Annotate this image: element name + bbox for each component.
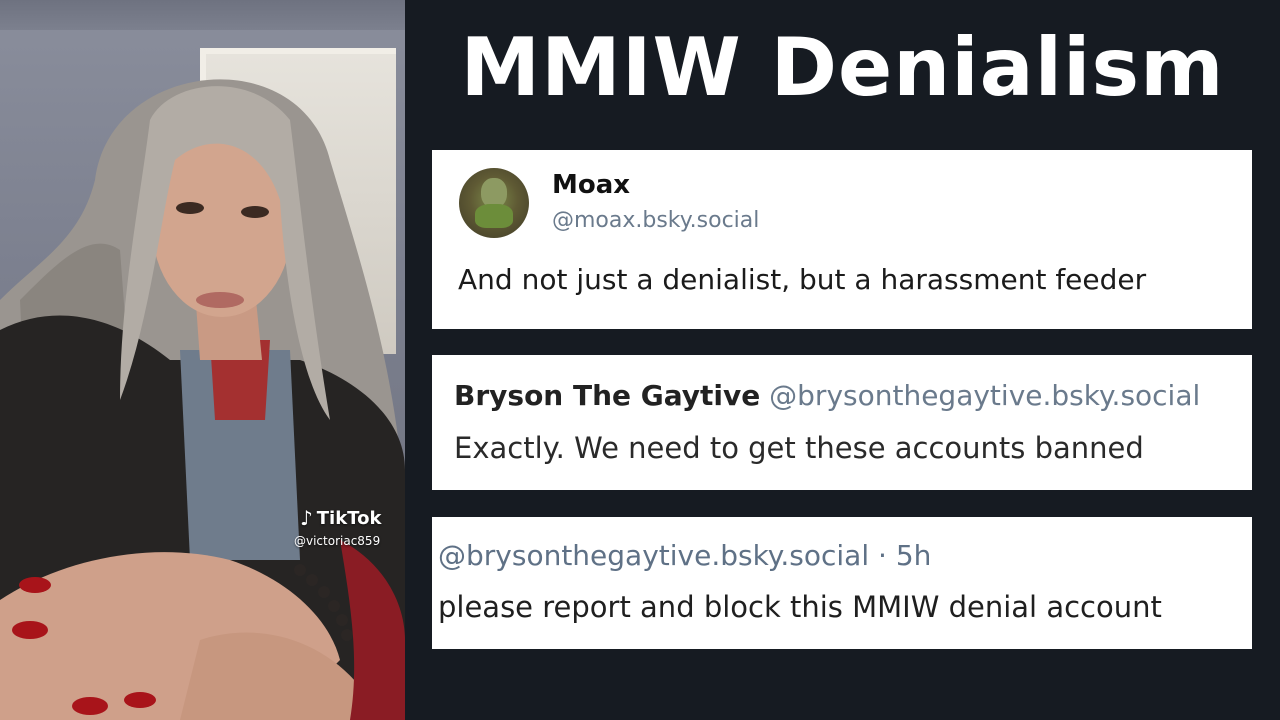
post-text: please report and block this MMIW denial… (438, 590, 1162, 624)
post-text: And not just a denialist, but a harassme… (458, 263, 1147, 296)
post-author-handle[interactable]: @moax.bsky.social (552, 208, 759, 233)
tiktok-brand: ♪ TikTok (300, 506, 381, 530)
video-frame: ♪ TikTok @victoriac859 (0, 0, 405, 720)
post-author-handle[interactable]: @brysonthegaytive.bsky.social (769, 379, 1200, 412)
post-header: Bryson The Gaytive @brysonthegaytive.bsk… (454, 379, 1200, 412)
tiktok-brand-label: TikTok (316, 507, 382, 529)
avatar-body (475, 204, 513, 228)
post-author-name[interactable]: Bryson The Gaytive (454, 379, 760, 412)
page-title: MMIW Denialism (460, 21, 1225, 114)
tiktok-note-icon: ♪ (300, 506, 313, 530)
tiktok-watermark: ♪ TikTok @victoriac859 (294, 506, 381, 548)
post-author-name[interactable]: Moax (552, 170, 630, 200)
post-card-bryson-report[interactable]: @brysonthegaytive.bsky.social · 5h pleas… (432, 517, 1252, 649)
post-card-bryson[interactable]: Bryson The Gaytive @brysonthegaytive.bsk… (432, 355, 1252, 490)
tiktok-handle: @victoriac859 (294, 534, 381, 548)
avatar[interactable] (459, 168, 529, 238)
person-illustration (0, 79, 405, 720)
post-meta[interactable]: @brysonthegaytive.bsky.social · 5h (438, 539, 931, 572)
post-card-moax[interactable]: Moax @moax.bsky.social And not just a de… (432, 150, 1252, 329)
post-text: Exactly. We need to get these accounts b… (454, 431, 1144, 465)
